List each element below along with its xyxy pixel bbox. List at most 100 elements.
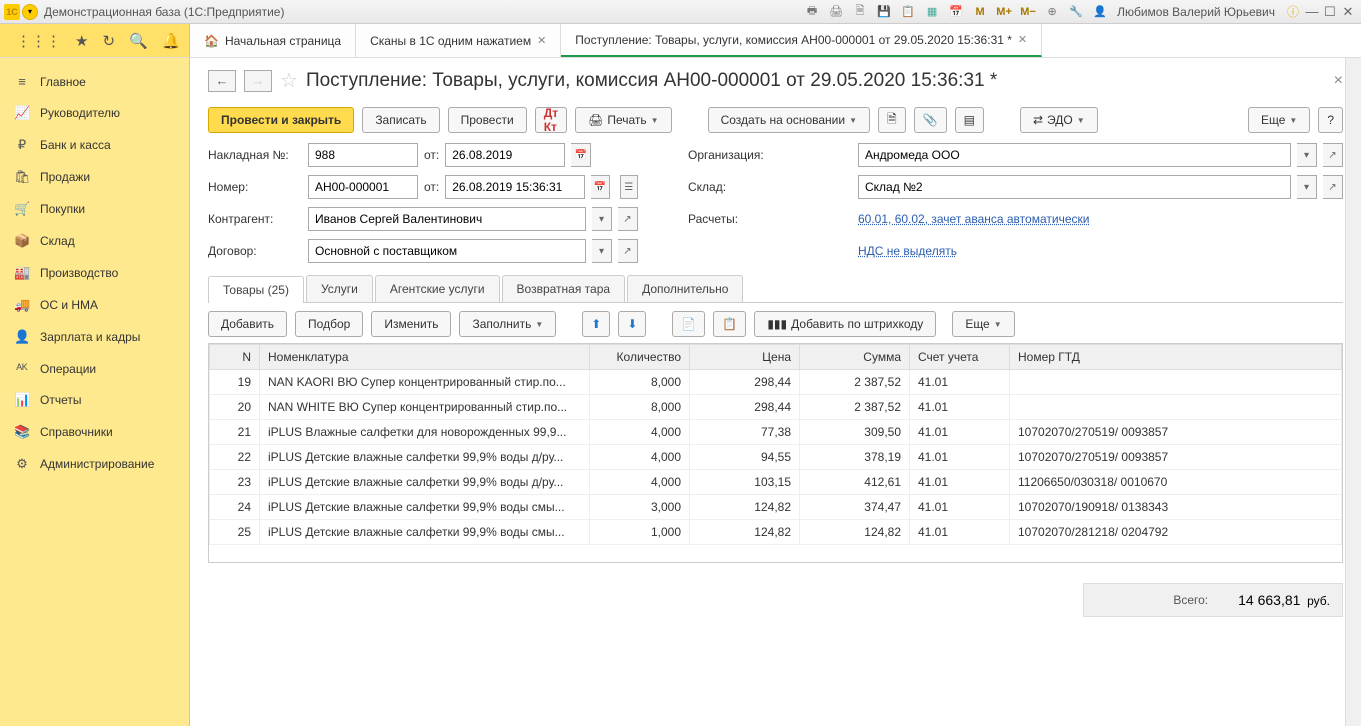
subtab-services[interactable]: Услуги [306, 275, 373, 302]
create-based-button[interactable]: Создать на основании ▼ [708, 107, 870, 133]
open-icon[interactable]: ↗ [1323, 175, 1343, 199]
tab-home[interactable]: 🏠 Начальная страница [190, 24, 356, 57]
post-and-close-button[interactable]: Провести и закрыть [208, 107, 354, 133]
sidebar-item[interactable]: 👤Зарплата и кадры [0, 321, 189, 353]
paste-button[interactable]: 📋 [713, 311, 746, 337]
subtab-goods[interactable]: Товары (25) [208, 276, 304, 303]
open-icon[interactable]: ↗ [618, 239, 638, 263]
dropdown-icon[interactable]: ▾ [592, 207, 612, 231]
more-table-button[interactable]: Еще ▼ [952, 311, 1014, 337]
org-input[interactable] [858, 143, 1291, 167]
post-button[interactable]: Провести [448, 107, 527, 133]
more-button[interactable]: Еще ▼ [1248, 107, 1310, 133]
sidebar-item[interactable]: 📊Отчеты [0, 384, 189, 416]
copy-icon[interactable]: 📋 [899, 3, 917, 21]
col-acc[interactable]: Счет учета [910, 345, 1010, 370]
print-icon[interactable]: 🖶 [803, 3, 821, 21]
subtab-returnable[interactable]: Возвратная тара [502, 275, 626, 302]
edo-button[interactable]: ⇄ ЭДО ▼ [1020, 107, 1098, 133]
maximize-button[interactable]: ☐ [1321, 4, 1339, 20]
m-minus-icon[interactable]: M− [1019, 3, 1037, 21]
subtab-additional[interactable]: Дополнительно [627, 275, 743, 302]
barcode-button[interactable]: ▮▮▮ Добавить по штрихкоду [754, 311, 936, 337]
calendar-icon[interactable]: 📅 [947, 3, 965, 21]
sidebar-item[interactable]: 📦Склад [0, 225, 189, 257]
vat-link[interactable]: НДС не выделять [858, 244, 957, 258]
sidebar-item[interactable]: 📈Руководителю [0, 97, 189, 129]
sidebar-item[interactable]: ₽Банк и касса [0, 129, 189, 161]
calc-link[interactable]: 60.01, 60.02, зачет аванса автоматически [858, 212, 1089, 226]
sidebar-item[interactable]: ≡Главное [0, 66, 189, 97]
dropdown-icon[interactable]: ▾ [592, 239, 612, 263]
m-plus-icon[interactable]: M+ [995, 3, 1013, 21]
calendar-icon[interactable]: 📅 [571, 143, 591, 167]
help-button[interactable]: ? [1318, 107, 1343, 133]
col-price[interactable]: Цена [690, 345, 800, 370]
save-button[interactable]: Записать [362, 107, 439, 133]
favorite-icon[interactable]: ★ [75, 32, 88, 50]
print2-icon[interactable]: 🖨 [827, 3, 845, 21]
table-row[interactable]: 23 iPLUS Детские влажные салфетки 99,9% … [210, 470, 1342, 495]
number-input[interactable] [308, 175, 418, 199]
search-icon[interactable]: 🔍 [129, 32, 148, 50]
col-sum[interactable]: Сумма [800, 345, 910, 370]
bell-icon[interactable]: 🔔 [162, 32, 181, 50]
table-row[interactable]: 24 iPLUS Детские влажные салфетки 99,9% … [210, 495, 1342, 520]
open-icon[interactable]: ↗ [1323, 143, 1343, 167]
doc-icon[interactable]: 🗎 [851, 3, 869, 21]
edit-button[interactable]: Изменить [371, 311, 451, 337]
add-button[interactable]: Добавить [208, 311, 287, 337]
open-icon[interactable]: ↗ [618, 207, 638, 231]
move-up-button[interactable]: ⬆ [582, 311, 610, 337]
invoice-date-input[interactable] [445, 143, 565, 167]
vertical-scrollbar[interactable] [1345, 58, 1361, 726]
col-nom[interactable]: Номенклатура [260, 345, 590, 370]
list-icon[interactable]: ☰ [620, 175, 638, 199]
attach-button[interactable]: 📎 [914, 107, 947, 133]
col-n[interactable]: N [210, 345, 260, 370]
table-row[interactable]: 19 NAN KAORI BЮ Супер концентрированный … [210, 370, 1342, 395]
sidebar-item[interactable]: 🛍Продажи [0, 161, 189, 193]
sidebar-item[interactable]: 🚚ОС и НМА [0, 289, 189, 321]
tools-icon[interactable]: 🔧 [1067, 3, 1085, 21]
sidebar-item[interactable]: 📚Справочники [0, 416, 189, 448]
dropdown-icon[interactable]: ▾ [1297, 175, 1317, 199]
favorite-star-icon[interactable]: ☆ [280, 68, 298, 93]
subtab-agent[interactable]: Агентские услуги [375, 275, 500, 302]
calendar-icon[interactable]: 📅 [591, 175, 609, 199]
fill-button[interactable]: Заполнить ▼ [459, 311, 556, 337]
doc-icon-button[interactable]: 🗎 [878, 107, 906, 133]
app-menu-dropdown[interactable]: ▾ [22, 4, 38, 20]
copy-button[interactable]: 📄 [672, 311, 705, 337]
sidebar-item[interactable]: ᴬᴷОперации [0, 353, 189, 384]
info-icon[interactable]: ⓘ [1287, 3, 1299, 20]
dt-kt-button[interactable]: ДтКт [535, 107, 567, 133]
warehouse-input[interactable] [858, 175, 1291, 199]
nav-back-button[interactable]: ← [208, 70, 236, 92]
close-icon[interactable]: ✕ [537, 34, 546, 47]
goods-table-wrap[interactable]: N Номенклатура Количество Цена Сумма Сче… [208, 343, 1343, 563]
tab-document[interactable]: Поступление: Товары, услуги, комиссия АН… [561, 24, 1042, 57]
col-gtd[interactable]: Номер ГТД [1010, 345, 1342, 370]
table-row[interactable]: 20 NAN WHITE BЮ Супер концентрированный … [210, 395, 1342, 420]
sidebar-item[interactable]: ⚙Администрирование [0, 448, 189, 480]
contract-input[interactable] [308, 239, 586, 263]
apps-icon[interactable]: ⋮⋮⋮ [16, 32, 61, 50]
history-icon[interactable]: ↻ [102, 32, 115, 50]
invoice-no-input[interactable] [308, 143, 418, 167]
zoom-icon[interactable]: ⊕ [1043, 3, 1061, 21]
col-qty[interactable]: Количество [590, 345, 690, 370]
sidebar-item[interactable]: 🛒Покупки [0, 193, 189, 225]
table-row[interactable]: 21 iPLUS Влажные салфетки для новорожден… [210, 420, 1342, 445]
close-button[interactable]: ✕ [1339, 4, 1357, 20]
sidebar-item[interactable]: 🏭Производство [0, 257, 189, 289]
list-button[interactable]: ▤ [955, 107, 984, 133]
print-button[interactable]: 🖨 Печать ▼ [575, 107, 671, 133]
save-icon[interactable]: 💾 [875, 3, 893, 21]
move-down-button[interactable]: ⬇ [618, 311, 646, 337]
minimize-button[interactable]: — [1303, 4, 1321, 19]
table-row[interactable]: 25 iPLUS Детские влажные салфетки 99,9% … [210, 520, 1342, 545]
table-row[interactable]: 22 iPLUS Детские влажные салфетки 99,9% … [210, 445, 1342, 470]
number-date-input[interactable] [445, 175, 585, 199]
counterparty-input[interactable] [308, 207, 586, 231]
